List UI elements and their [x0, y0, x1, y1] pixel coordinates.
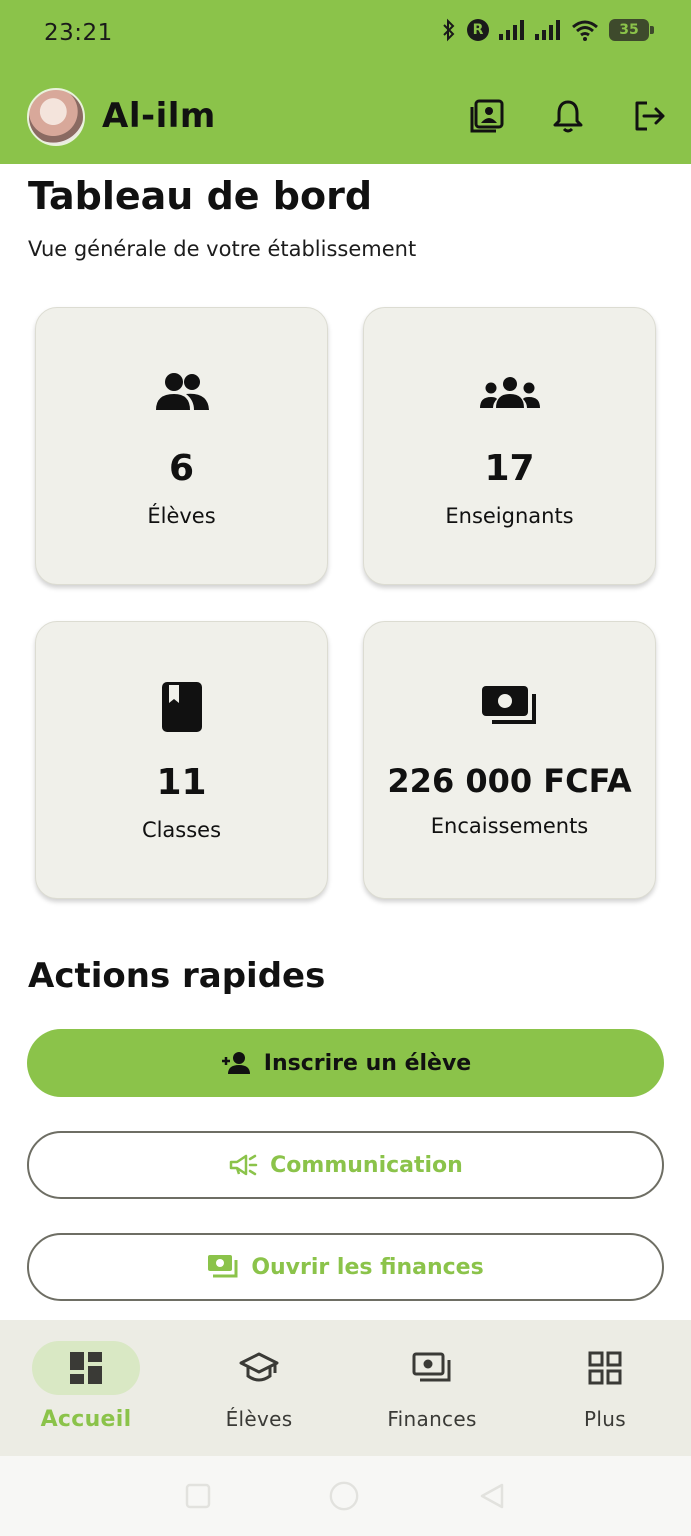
enroll-student-label: Inscrire un élève	[263, 1050, 472, 1076]
stat-card-payments[interactable]: 226 000 FCFA Encaissements	[363, 621, 656, 899]
recents-button[interactable]	[182, 1480, 214, 1512]
section-title-quick-actions: Actions rapides	[28, 956, 326, 996]
app-title: Al-ilm	[102, 96, 216, 136]
nav-label: Plus	[584, 1407, 626, 1431]
stat-label: Encaissements	[430, 814, 589, 838]
megaphone-icon	[229, 1154, 258, 1176]
grid-icon	[588, 1351, 622, 1385]
stat-card-classes[interactable]: 11 Classes	[35, 621, 328, 899]
money-icon	[481, 686, 536, 724]
teachers-icon	[479, 377, 540, 408]
avatar[interactable]	[27, 88, 85, 146]
graduation-cap-icon	[239, 1352, 279, 1382]
book-icon	[161, 682, 202, 732]
stat-label: Enseignants	[445, 504, 574, 528]
stat-card-students[interactable]: 6 Élèves	[35, 307, 328, 585]
stat-card-teachers[interactable]: 17 Enseignants	[363, 307, 656, 585]
signal-icon	[535, 20, 560, 40]
communication-button[interactable]: Communication	[27, 1131, 664, 1199]
nav-item-eleves[interactable]: Élèves	[173, 1320, 345, 1456]
nav-item-accueil[interactable]: Accueil	[0, 1320, 172, 1456]
nav-item-plus[interactable]: Plus	[519, 1320, 691, 1456]
id-card-button[interactable]	[467, 96, 507, 136]
signal-icon	[499, 20, 524, 40]
square-icon	[185, 1483, 211, 1509]
page-title: Tableau de bord	[28, 174, 373, 218]
back-button[interactable]	[476, 1480, 508, 1512]
open-finances-button[interactable]: Ouvrir les finances	[27, 1233, 664, 1301]
stat-value: 6	[168, 448, 195, 489]
id-card-icon	[470, 99, 504, 133]
nav-label: Finances	[387, 1407, 477, 1431]
nav-label: Accueil	[40, 1407, 132, 1432]
status-bar: 23:21 R 35	[0, 0, 691, 72]
bell-icon	[553, 100, 583, 133]
add-person-icon	[221, 1052, 250, 1074]
logout-icon	[635, 101, 665, 131]
back-triangle-icon	[480, 1483, 504, 1509]
battery-icon: 35	[609, 19, 654, 41]
communication-label: Communication	[270, 1152, 463, 1178]
open-finances-label: Ouvrir les finances	[251, 1254, 484, 1280]
app-bar: Al-ilm	[0, 72, 691, 164]
page-subtitle: Vue générale de votre établissement	[28, 237, 417, 261]
home-button[interactable]	[328, 1480, 360, 1512]
bluetooth-icon	[443, 18, 455, 42]
nav-item-finances[interactable]: Finances	[346, 1320, 518, 1456]
stat-label: Classes	[141, 818, 222, 842]
circle-icon	[329, 1481, 359, 1511]
students-icon	[155, 373, 209, 410]
system-nav-bar	[0, 1456, 691, 1536]
stat-value: 17	[484, 448, 535, 489]
bottom-nav: Accueil Élèves Finances Plus	[0, 1320, 691, 1456]
status-time: 23:21	[44, 20, 113, 46]
wifi-icon	[572, 20, 598, 41]
dashboard-icon	[70, 1352, 102, 1384]
stat-value: 226 000 FCFA	[387, 762, 632, 800]
stat-label: Élèves	[147, 504, 216, 528]
notifications-button[interactable]	[548, 96, 588, 136]
enroll-student-button[interactable]: Inscrire un élève	[27, 1029, 664, 1097]
status-icons: R 35	[441, 18, 654, 42]
logout-button[interactable]	[629, 96, 669, 136]
r-badge-icon: R	[467, 19, 489, 41]
stat-value: 11	[156, 762, 207, 803]
nav-label: Élèves	[225, 1407, 293, 1431]
money-icon	[208, 1255, 238, 1278]
money-icon	[412, 1352, 451, 1382]
